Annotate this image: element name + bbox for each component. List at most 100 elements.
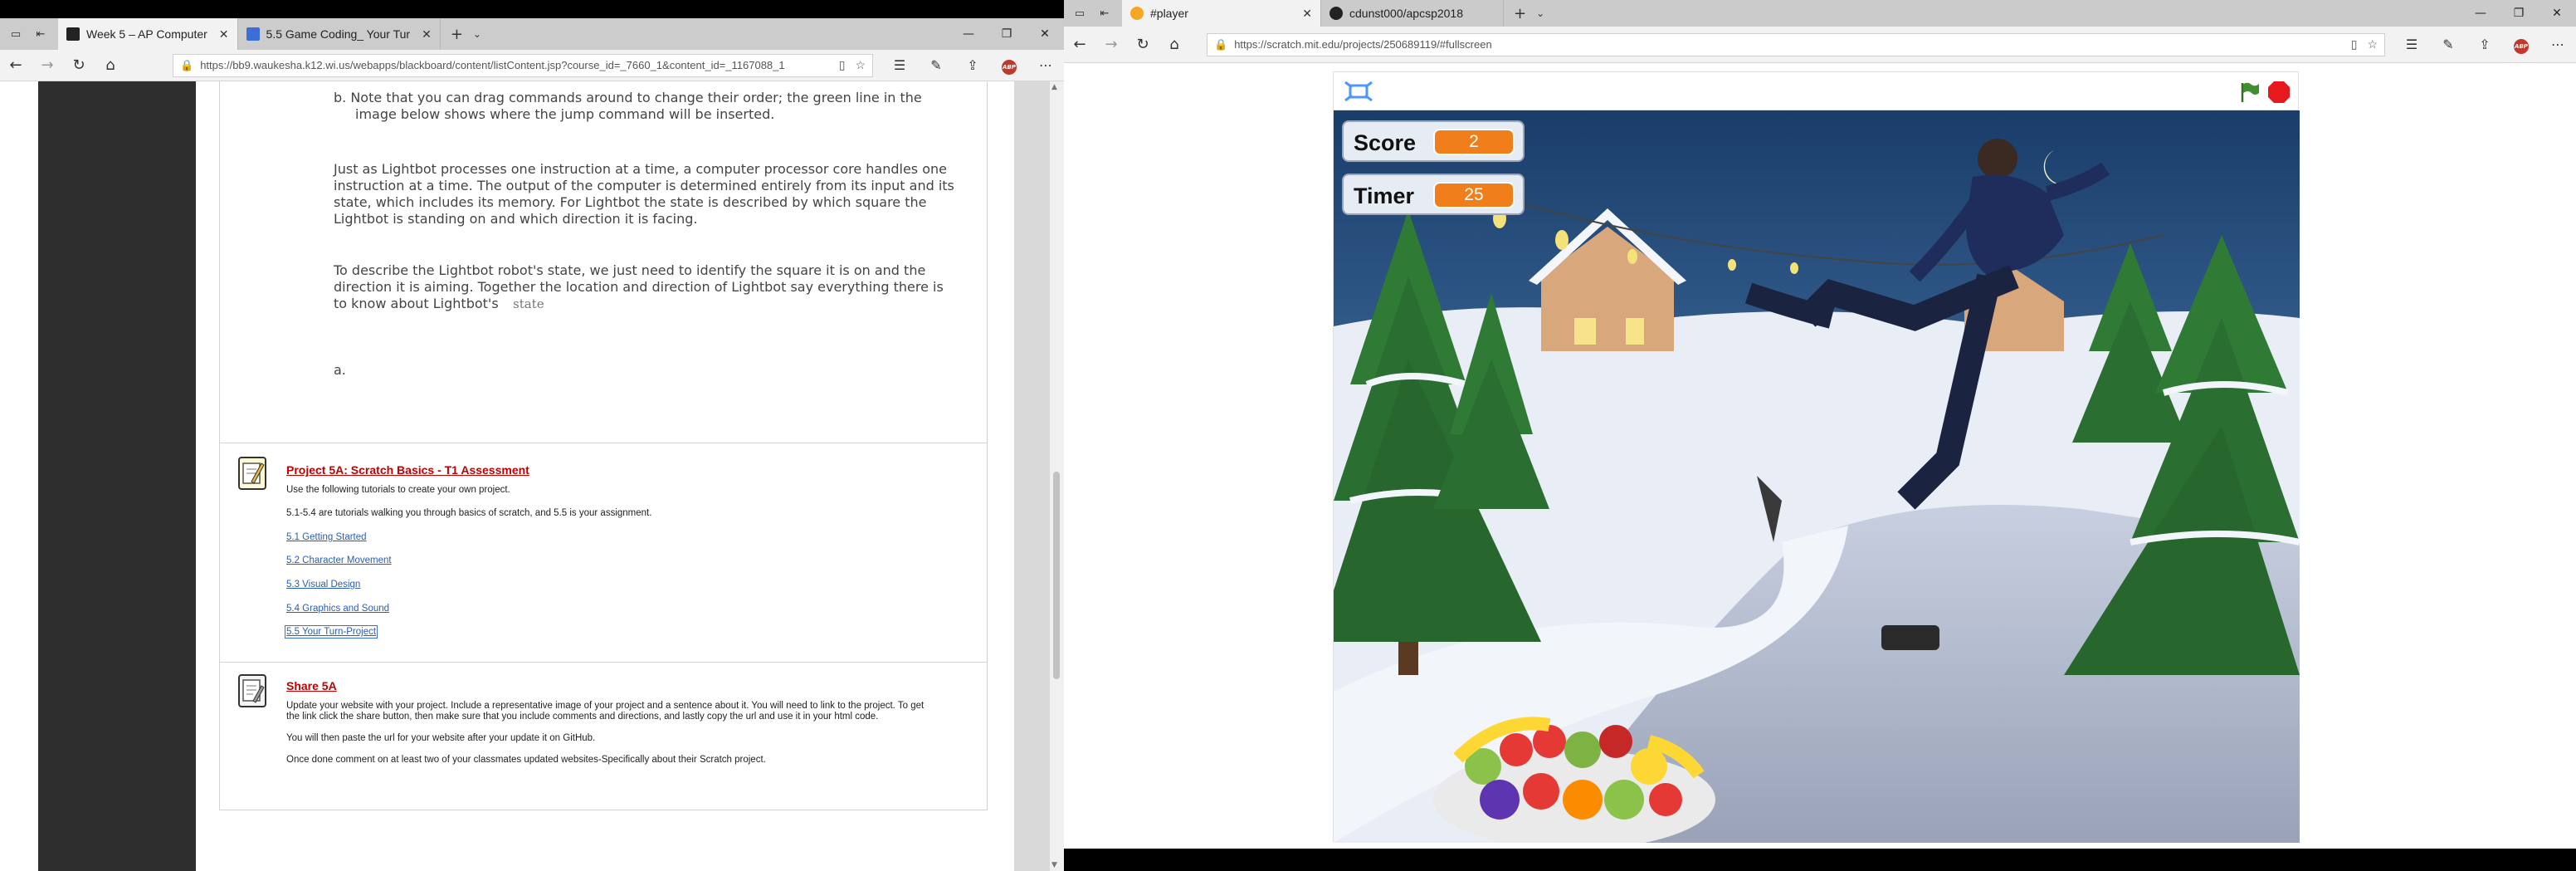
tab-label: cdunst000/apcsp2018 xyxy=(1349,7,1463,20)
left-tab-strip: ▭ ⇤ Week 5 – AP Computer ✕ 5.5 Game Codi… xyxy=(0,18,1064,50)
refresh-icon[interactable]: ↻ xyxy=(1127,36,1159,53)
para2-line2: direction it is aiming. Together the loc… xyxy=(334,279,944,295)
lock-icon: 🔒 xyxy=(1214,37,1228,51)
github-favicon-icon xyxy=(1329,7,1343,20)
scroll-up-icon[interactable]: ▲ xyxy=(1051,83,1057,91)
project-5a-line2: 5.1-5.4 are tutorials walking you throug… xyxy=(286,508,652,518)
score-label: Score xyxy=(1354,130,1417,155)
share-icon[interactable]: ⇪ xyxy=(2466,37,2503,52)
scroll-down-icon[interactable]: ▼ xyxy=(1051,861,1057,869)
tab-github[interactable]: cdunst000/apcsp2018 xyxy=(1321,0,1504,27)
course-sidebar xyxy=(38,81,196,871)
page-scrollbar[interactable]: ▲ ▼ xyxy=(1049,81,1064,871)
link-your-turn-project[interactable]: 5.5 Your Turn-Project xyxy=(284,625,378,639)
right-browser-window: ▭ ⇤ #player ✕ cdunst000/apcsp2018 + ⌄ — … xyxy=(1064,0,2576,871)
step-b-line2: image below shows where the jump command… xyxy=(355,106,775,122)
document-pencil-icon xyxy=(242,679,265,703)
reading-view-icon[interactable]: ▯ xyxy=(839,58,846,72)
tab-week5[interactable]: Week 5 – AP Computer ✕ xyxy=(58,18,238,50)
top-black-bar xyxy=(0,0,1064,18)
new-tab-icon[interactable]: + xyxy=(1514,5,1526,22)
left-address-bar: ← → ↻ ⌂ 🔒 https://bb9.waukesha.k12.wi.us… xyxy=(0,50,1064,81)
web-note-icon[interactable]: ✎ xyxy=(2430,37,2466,52)
home-icon[interactable]: ⌂ xyxy=(95,56,126,74)
scroll-thumb[interactable] xyxy=(1053,472,1060,679)
game-stage[interactable]: Score 2 Timer 25 xyxy=(1334,110,2300,843)
blackboard-page: ▲ ▼ b. Note that you can drag commands a… xyxy=(0,81,1064,871)
blackboard-favicon-icon xyxy=(66,27,80,41)
right-gutter xyxy=(1014,81,1049,871)
toolbar-tools: ☰ ✎ ⇪ ABP ⋯ xyxy=(881,56,1064,75)
document-favicon-icon xyxy=(246,27,260,41)
share-5a-title-link[interactable]: Share 5A xyxy=(286,679,337,692)
more-menu-icon[interactable]: ⋯ xyxy=(1027,57,1064,73)
green-flag-icon[interactable] xyxy=(2238,81,2261,104)
tab-preview-icon[interactable]: ▭ xyxy=(1071,4,1089,22)
minimize-icon[interactable]: — xyxy=(949,18,988,50)
back-icon[interactable]: ← xyxy=(1064,36,1095,53)
window-controls: — ❐ ✕ xyxy=(949,18,1064,50)
more-menu-icon[interactable]: ⋯ xyxy=(2539,37,2576,52)
favorites-hub-icon[interactable]: ☰ xyxy=(881,57,918,73)
close-tab-icon[interactable]: ✕ xyxy=(219,27,229,42)
forward-icon[interactable]: → xyxy=(32,56,63,74)
restore-icon[interactable]: ❐ xyxy=(988,18,1026,50)
close-tab-icon[interactable]: ✕ xyxy=(1302,7,1312,21)
scratch-stage-frame: Score 2 Timer 25 xyxy=(1333,71,2300,843)
refresh-icon[interactable]: ↻ xyxy=(63,56,95,74)
right-address-bar: ← → ↻ ⌂ 🔒 https://scratch.mit.edu/projec… xyxy=(1064,27,2576,63)
web-note-icon[interactable]: ✎ xyxy=(918,57,954,73)
toolbar-tools: ☰ ✎ ⇪ ABP ⋯ xyxy=(2393,36,2576,54)
favorite-star-icon[interactable]: ☆ xyxy=(855,58,866,72)
favorites-hub-icon[interactable]: ☰ xyxy=(2393,37,2430,52)
tab-preview-icon[interactable]: ▭ xyxy=(7,25,25,43)
link-getting-started[interactable]: 5.1 Getting Started xyxy=(286,532,367,542)
link-character-movement[interactable]: 5.2 Character Movement xyxy=(286,555,392,565)
close-window-icon[interactable]: ✕ xyxy=(2538,0,2576,27)
window-controls: — ❐ ✕ xyxy=(2461,0,2576,27)
close-tab-icon[interactable]: ✕ xyxy=(422,27,432,42)
left-browser-window: ▭ ⇤ Week 5 – AP Computer ✕ 5.5 Game Codi… xyxy=(0,0,1064,871)
adblock-icon[interactable]: ABP xyxy=(2503,36,2539,54)
link-visual-design[interactable]: 5.3 Visual Design xyxy=(286,580,360,590)
minimize-icon[interactable]: — xyxy=(2461,0,2500,27)
timer-label: Timer xyxy=(1354,183,1415,208)
share-5a-item: Share 5A Update your website with your p… xyxy=(219,663,988,810)
url-field[interactable]: 🔒 https://bb9.waukesha.k12.wi.us/webapps… xyxy=(173,53,873,77)
tab-list-chevron-icon[interactable]: ⌄ xyxy=(473,28,481,40)
scratch-favicon-icon xyxy=(1130,7,1144,20)
timer-monitor: Timer 25 xyxy=(1342,174,1525,215)
right-tab-strip: ▭ ⇤ #player ✕ cdunst000/apcsp2018 + ⌄ — … xyxy=(1064,0,2576,27)
new-tab-icon[interactable]: + xyxy=(451,26,463,43)
link-graphics-sound[interactable]: 5.4 Graphics and Sound xyxy=(286,604,389,614)
para2-line3: to know about Lightbot's xyxy=(334,296,499,311)
set-tabs-aside-icon[interactable]: ⇤ xyxy=(1095,4,1114,22)
reading-view-icon[interactable]: ▯ xyxy=(2351,37,2358,51)
state-term: state xyxy=(513,296,544,311)
url-text: https://bb9.waukesha.k12.wi.us/webapps/b… xyxy=(200,59,785,71)
tab-list-chevron-icon[interactable]: ⌄ xyxy=(1536,7,1544,19)
tab-player[interactable]: #player ✕ xyxy=(1122,0,1321,27)
favorite-star-icon[interactable]: ☆ xyxy=(2367,37,2378,51)
back-icon[interactable]: ← xyxy=(0,56,32,74)
forward-icon[interactable]: → xyxy=(1095,36,1127,53)
url-field[interactable]: 🔒 https://scratch.mit.edu/projects/25068… xyxy=(1207,32,2385,56)
close-window-icon[interactable]: ✕ xyxy=(1026,18,1064,50)
score-value: 2 xyxy=(1433,129,1515,155)
stop-sign-icon[interactable] xyxy=(2266,80,2291,105)
share-icon[interactable]: ⇪ xyxy=(954,57,991,73)
home-icon[interactable]: ⌂ xyxy=(1159,36,1190,53)
assignment-pencil-icon xyxy=(242,462,265,484)
para2-line1: To describe the Lightbot robot's state, … xyxy=(334,262,926,278)
exit-fullscreen-icon[interactable] xyxy=(1344,81,1373,102)
restore-icon[interactable]: ❐ xyxy=(2500,0,2538,27)
tab-game-coding[interactable]: 5.5 Game Coding_ Your Tur ✕ xyxy=(238,18,441,50)
para1-line4: Lightbot is standing on and which direct… xyxy=(334,211,698,227)
step-b-line1: b. Note that you can drag commands aroun… xyxy=(334,90,922,105)
project-5a-line1: Use the following tutorials to create yo… xyxy=(286,485,510,495)
assignment-icon xyxy=(238,457,266,490)
project-5a-item: Project 5A: Scratch Basics - T1 Assessme… xyxy=(219,443,988,663)
set-tabs-aside-icon[interactable]: ⇤ xyxy=(32,25,50,43)
project-5a-title-link[interactable]: Project 5A: Scratch Basics - T1 Assessme… xyxy=(286,463,529,477)
adblock-icon[interactable]: ABP xyxy=(991,56,1027,75)
